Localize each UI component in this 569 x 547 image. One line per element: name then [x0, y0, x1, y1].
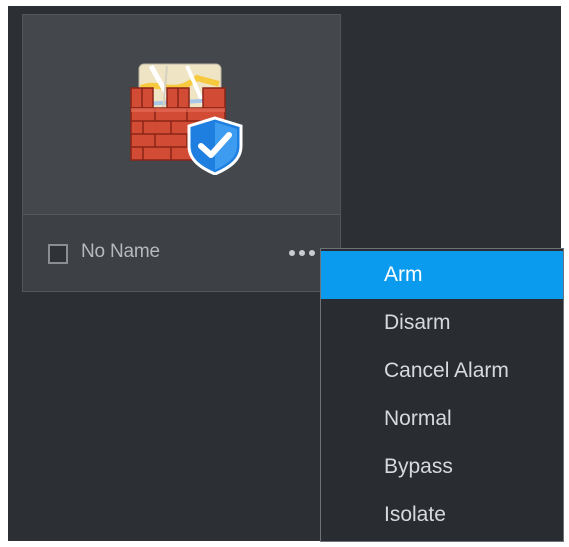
menu-item-bypass[interactable]: Bypass — [321, 443, 563, 491]
card-thumbnail[interactable] — [23, 15, 340, 215]
menu-item-label: Normal — [384, 407, 452, 430]
menu-item-label: Cancel Alarm — [384, 359, 509, 382]
zone-card[interactable]: No Name — [22, 14, 341, 292]
menu-item-normal[interactable]: Normal — [321, 395, 563, 443]
menu-item-label: Disarm — [384, 311, 451, 334]
app-panel: No Name Arm Disarm Cancel Alarm Normal B… — [8, 6, 564, 542]
card-name-label: No Name — [81, 241, 160, 262]
menu-item-disarm[interactable]: Disarm — [321, 299, 563, 347]
more-options-button[interactable] — [283, 242, 323, 262]
select-checkbox[interactable] — [48, 244, 68, 264]
card-footer: No Name — [23, 215, 340, 293]
menu-item-label: Isolate — [384, 503, 446, 526]
menu-item-isolate[interactable]: Isolate — [321, 491, 563, 539]
menu-item-arm[interactable]: Arm — [321, 251, 563, 299]
firewall-map-shield-icon — [130, 63, 243, 175]
menu-item-label: Bypass — [384, 455, 453, 478]
menu-item-cancel-alarm[interactable]: Cancel Alarm — [321, 347, 563, 395]
ellipsis-icon-dot — [309, 250, 315, 256]
menu-item-label: Arm — [384, 263, 423, 286]
ellipsis-icon-dot — [299, 250, 305, 256]
context-menu: Arm Disarm Cancel Alarm Normal Bypass Is… — [320, 248, 564, 542]
ellipsis-icon — [289, 250, 295, 256]
